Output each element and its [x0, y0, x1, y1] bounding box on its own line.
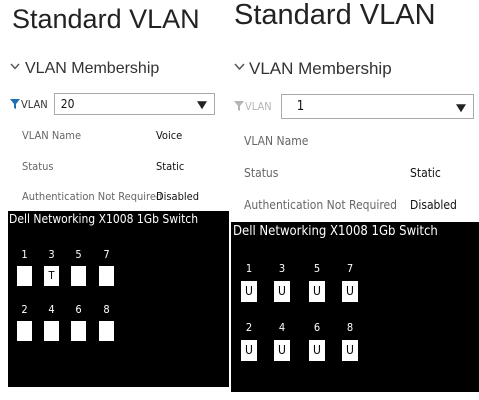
- auth-value: Disabled: [410, 198, 457, 212]
- vlan-select[interactable]: 20: [53, 93, 215, 115]
- port-number: 8: [346, 321, 354, 334]
- port-8[interactable]: 8 U: [342, 321, 358, 361]
- port-number: 7: [346, 262, 354, 275]
- port-5[interactable]: 5 U: [309, 262, 325, 302]
- section-title: VLAN Membership: [25, 60, 160, 77]
- port-state[interactable]: U: [274, 340, 290, 361]
- switch-diagram: Dell Networking X1008 1Gb Switch 1 U 3 U…: [231, 222, 479, 392]
- vlan-name-label: VLAN Name: [22, 129, 82, 142]
- port-1[interactable]: 1: [17, 248, 32, 286]
- auth-label: Authentication Not Required: [244, 198, 397, 212]
- vlan-select-value: 1: [296, 99, 305, 114]
- status-label: Status: [22, 160, 54, 173]
- port-number: 3: [48, 248, 55, 261]
- port-3[interactable]: 3 U: [274, 262, 290, 302]
- port-5[interactable]: 5: [71, 248, 86, 286]
- port-state[interactable]: [44, 321, 59, 341]
- switch-diagram: Dell Networking X1008 1Gb Switch 1 3 T 5…: [8, 211, 229, 387]
- port-number: 6: [313, 321, 321, 334]
- auth-value: Disabled: [156, 190, 200, 203]
- port-state[interactable]: [99, 321, 114, 341]
- port-state[interactable]: U: [241, 340, 257, 361]
- port-number: 1: [21, 248, 28, 261]
- port-number: 3: [278, 262, 286, 275]
- auth-label: Authentication Not Required: [22, 190, 163, 203]
- filter-icon: [10, 98, 20, 109]
- port-1[interactable]: 1 U: [241, 262, 257, 302]
- page-title: Standard VLAN: [234, 0, 436, 31]
- port-4[interactable]: 4: [44, 303, 59, 341]
- port-number: 4: [48, 303, 55, 316]
- port-6[interactable]: 6: [71, 303, 86, 341]
- vlan-selector-row: VLAN 20: [10, 93, 215, 115]
- port-7[interactable]: 7 U: [342, 262, 358, 302]
- port-state[interactable]: U: [274, 281, 290, 302]
- vlan-label: VLAN: [21, 97, 48, 111]
- vlan-filter-label[interactable]: VLAN: [234, 100, 272, 113]
- chevron-down-icon: [10, 63, 20, 72]
- switch-name: Dell Networking X1008 1Gb Switch: [9, 212, 199, 226]
- port-number: 2: [245, 321, 253, 334]
- filter-icon: [234, 101, 244, 111]
- port-number: 7: [103, 248, 110, 261]
- port-number: 5: [313, 262, 321, 275]
- port-state[interactable]: [17, 266, 32, 286]
- port-state[interactable]: U: [342, 281, 358, 302]
- port-number: 6: [75, 303, 82, 316]
- caret-down-icon: [455, 103, 466, 112]
- port-3[interactable]: 3 T: [44, 248, 59, 286]
- port-4[interactable]: 4 U: [274, 321, 290, 361]
- caret-down-icon: [196, 101, 207, 110]
- port-8[interactable]: 8: [99, 303, 114, 341]
- status-label: Status: [244, 166, 279, 180]
- port-2[interactable]: 2: [17, 303, 32, 341]
- section-title: VLAN Membership: [249, 59, 392, 78]
- port-state[interactable]: [17, 321, 32, 341]
- port-state[interactable]: [99, 266, 114, 286]
- page-title: Standard VLAN: [12, 4, 200, 34]
- port-state[interactable]: [71, 266, 86, 286]
- vlan-label: VLAN: [245, 100, 272, 113]
- chevron-down-icon: [234, 62, 245, 72]
- port-number: 4: [278, 321, 286, 334]
- vlan-panel-right: Standard VLAN VLAN Membership VLAN 1 VLA…: [231, 0, 479, 400]
- status-value: Static: [156, 160, 185, 173]
- vlan-name-value: Voice: [156, 129, 183, 142]
- vlan-select[interactable]: 1: [280, 94, 474, 119]
- port-state[interactable]: U: [241, 281, 257, 302]
- port-state[interactable]: U: [309, 340, 325, 361]
- vlan-membership-toggle[interactable]: VLAN Membership: [10, 60, 159, 78]
- port-number: 2: [21, 303, 28, 316]
- port-2[interactable]: 2 U: [241, 321, 257, 361]
- port-6[interactable]: 6 U: [309, 321, 325, 361]
- vlan-membership-toggle[interactable]: VLAN Membership: [234, 59, 392, 79]
- port-state[interactable]: T: [44, 266, 59, 286]
- status-value: Static: [410, 166, 441, 180]
- port-state[interactable]: [71, 321, 86, 341]
- port-number: 1: [245, 262, 253, 275]
- vlan-panel-left: Standard VLAN VLAN Membership VLAN 20 VL…: [0, 0, 229, 400]
- port-number: 8: [103, 303, 110, 316]
- vlan-selector-row: VLAN 1: [234, 94, 474, 119]
- vlan-filter-label[interactable]: VLAN: [10, 98, 48, 111]
- port-state[interactable]: U: [309, 281, 325, 302]
- port-7[interactable]: 7: [99, 248, 114, 286]
- vlan-name-label: VLAN Name: [244, 134, 309, 148]
- port-number: 5: [75, 248, 82, 261]
- switch-name: Dell Networking X1008 1Gb Switch: [233, 224, 438, 239]
- port-state[interactable]: U: [342, 340, 358, 361]
- vlan-select-value: 20: [60, 97, 75, 111]
